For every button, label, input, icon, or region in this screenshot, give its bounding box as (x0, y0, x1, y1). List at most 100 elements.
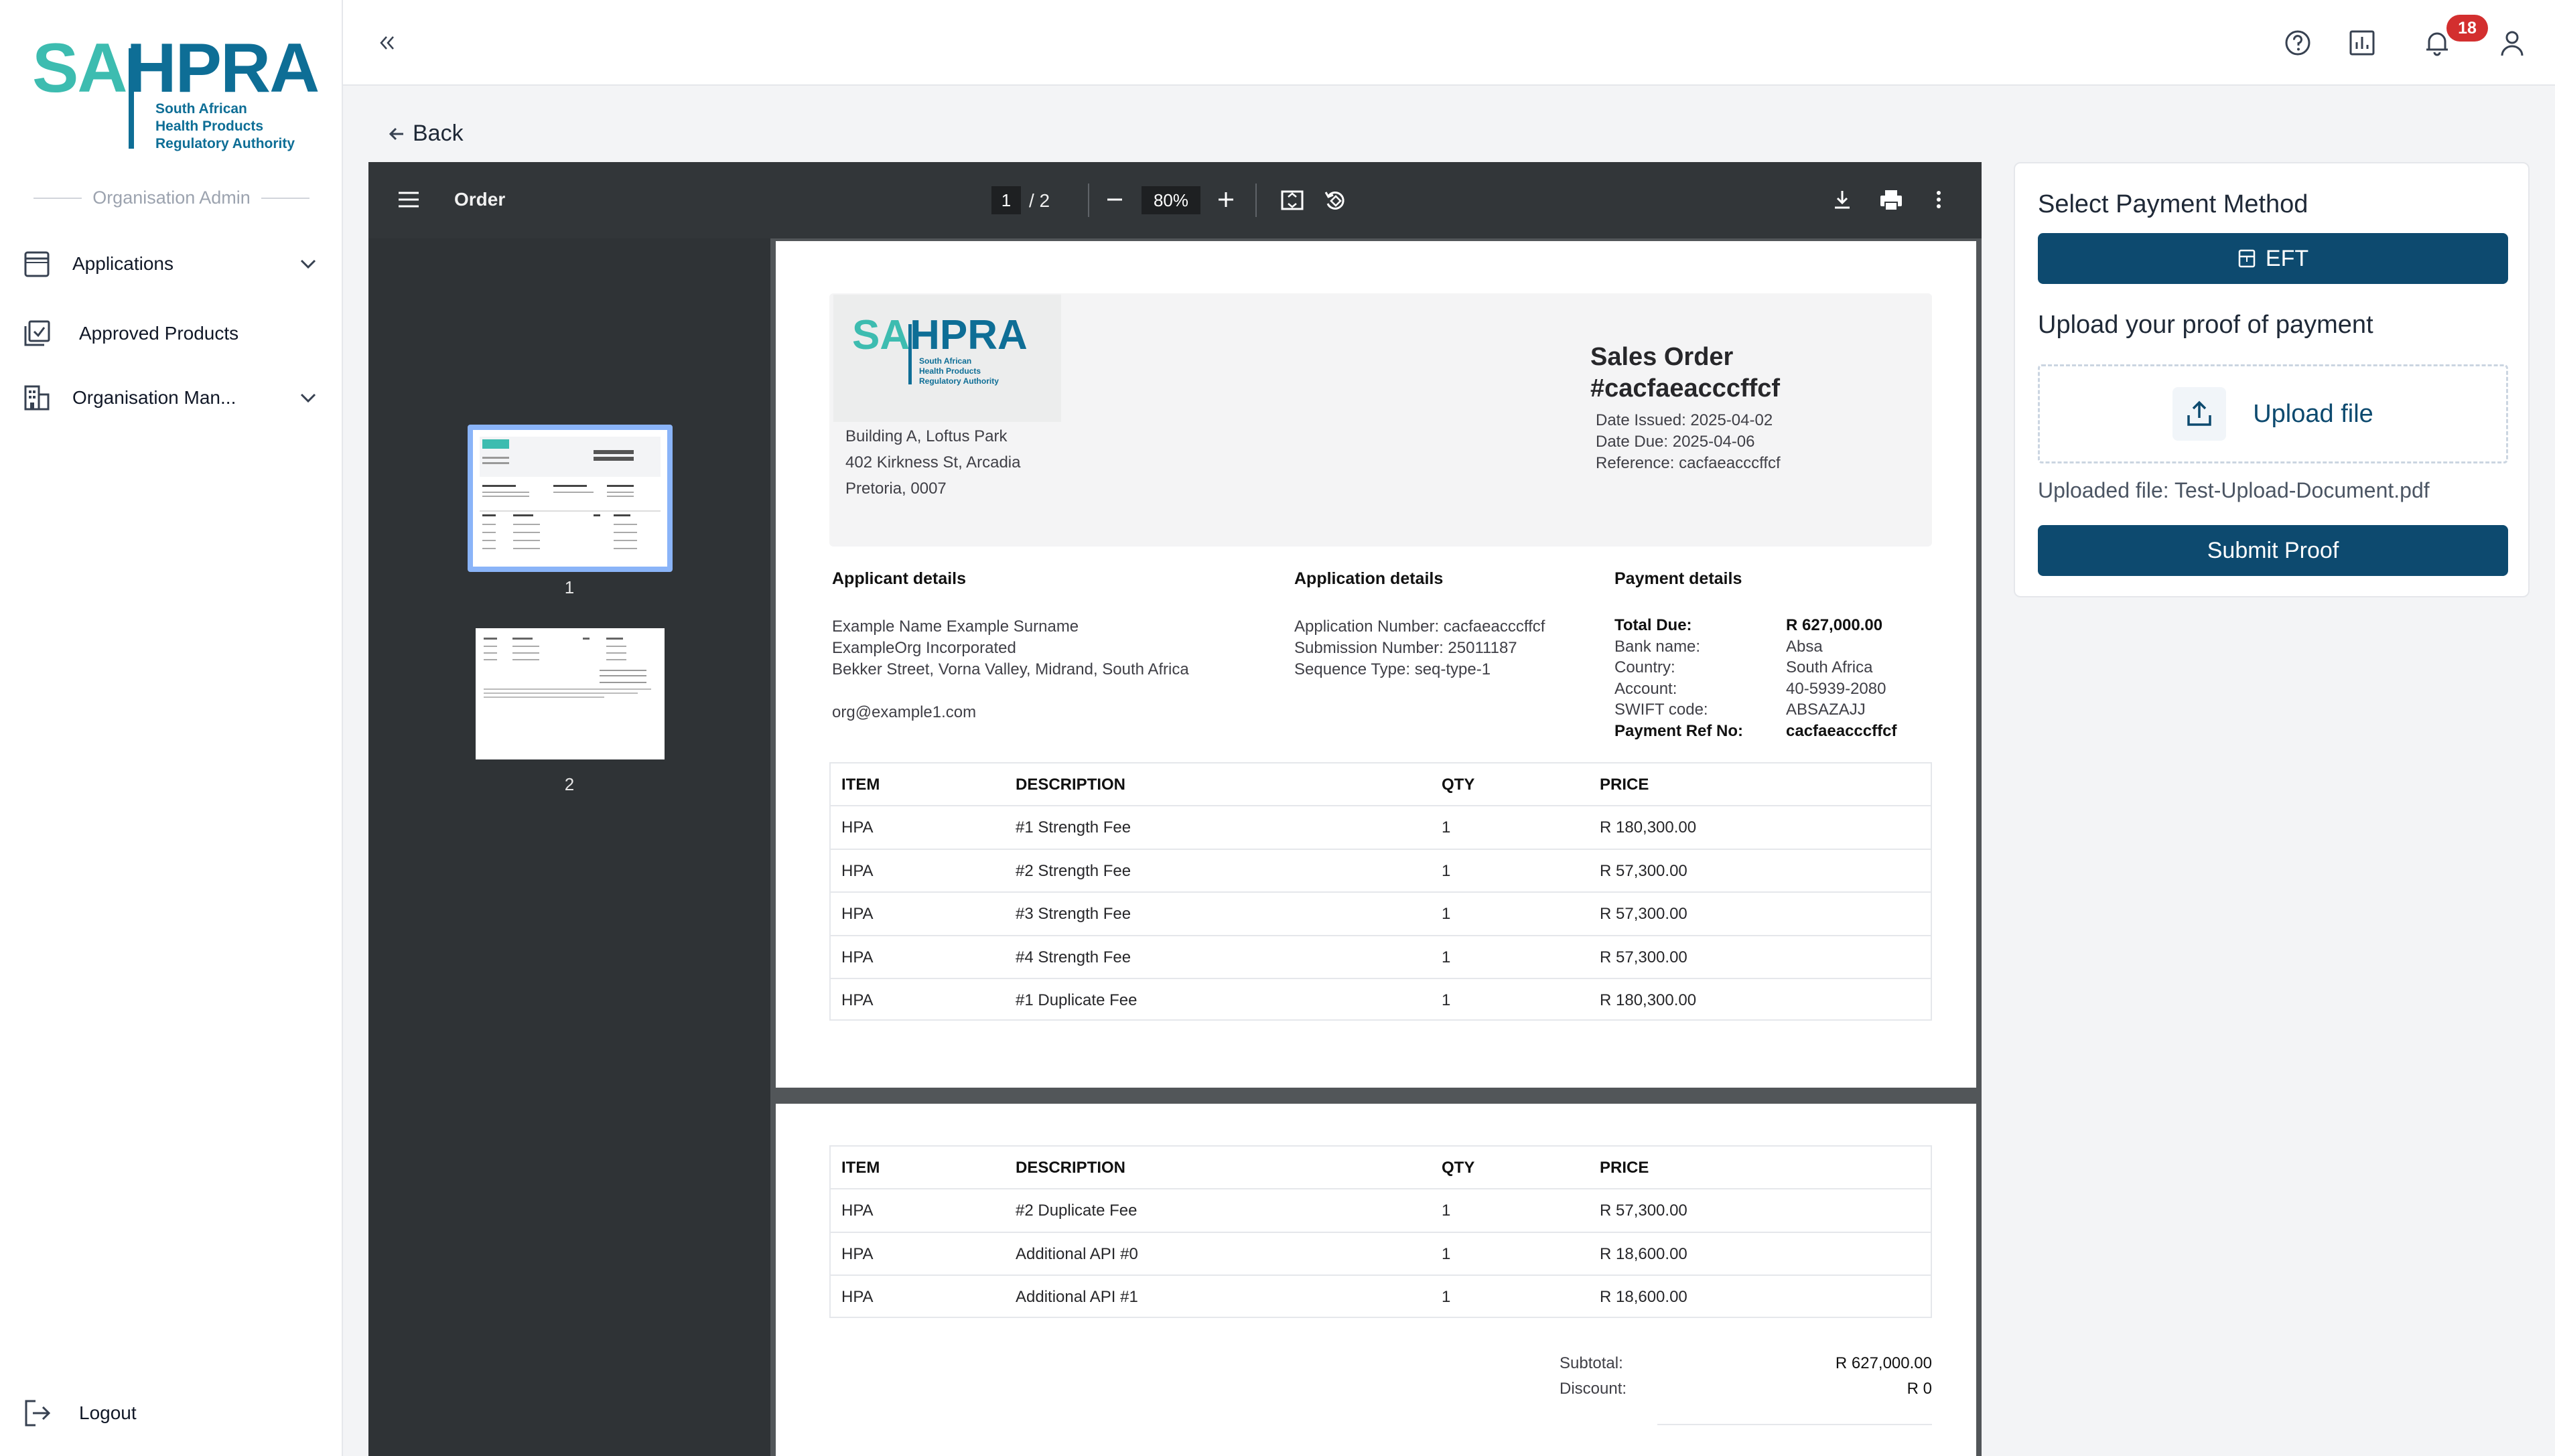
table-cell: 1 (1442, 1244, 1451, 1263)
totals-divider (1657, 1424, 1932, 1425)
logo-line1: South African (155, 101, 247, 117)
sidebar: SAHPRA South African Health Products Reg… (0, 0, 343, 1456)
col-header: QTY (1442, 776, 1475, 794)
table-row: HPA #1 Duplicate Fee 1 R 180,300.00 (831, 978, 1931, 1021)
uploaded-file-name: Uploaded file: Test-Upload-Document.pdf (2038, 478, 2430, 502)
payment-panel: Select Payment Method EFT Upload your pr… (2014, 162, 2530, 597)
back-button[interactable]: Back (387, 121, 464, 147)
pdf-page-2: ITEM DESCRIPTION QTY PRICE HPA #2 Duplica… (776, 1104, 1976, 1456)
col-header: DESCRIPTION (1016, 1159, 1126, 1177)
doc-logo-line3: Regulatory Authority (919, 376, 999, 386)
table-row: HPA #1 Strength Fee 1 R 180,300.00 (831, 805, 1931, 848)
table-cell: R 180,300.00 (1600, 818, 1697, 836)
order-dates: Date Issued: 2025-04-02 Date Due: 2025-0… (1596, 410, 1781, 474)
logo-line2: Health Products (155, 119, 264, 134)
double-chevron-left-icon[interactable] (366, 21, 409, 64)
col-header: ITEM (841, 1159, 880, 1177)
menu-icon[interactable] (397, 188, 421, 212)
applicant-email: org@example1.com (832, 703, 977, 721)
table-row: HPA #3 Strength Fee 1 R 57,300.00 (831, 891, 1931, 934)
applicant-details: Example Name Example Surname ExampleOrg … (832, 616, 1189, 723)
zoom-level[interactable]: 80% (1142, 186, 1200, 214)
download-icon[interactable] (1830, 188, 1854, 212)
col-header: PRICE (1600, 1159, 1649, 1177)
upload-dropzone[interactable]: Upload file (2038, 364, 2508, 463)
document-title: Order (454, 189, 506, 210)
col-header: DESCRIPTION (1016, 776, 1126, 794)
doc-logo-hpra: HPRA (910, 312, 1028, 358)
fit-page-icon[interactable] (1280, 188, 1305, 213)
sequence-type: Sequence Type: seq-type-1 (1294, 660, 1491, 678)
company-address: Building A, Loftus Park 402 Kirkness St,… (845, 423, 1020, 502)
more-options-icon[interactable] (1927, 188, 1951, 212)
sidebar-item-approved-products[interactable]: Approved Products (20, 313, 322, 354)
eft-button[interactable]: EFT (2038, 233, 2508, 284)
table-cell: 1 (1442, 1202, 1451, 1220)
sidebar-item-applications[interactable]: Applications (20, 244, 322, 284)
help-icon[interactable] (2276, 21, 2319, 64)
table-cell: #1 Strength Fee (1016, 818, 1131, 836)
payment-detail-label: Payment Ref No: (1614, 722, 1744, 740)
payment-detail-value: cacfaeacccffcf (1786, 722, 1897, 740)
chevron-down-icon[interactable] (295, 384, 322, 411)
logout-icon (20, 1396, 54, 1430)
table-cell: HPA (841, 1202, 874, 1220)
zoom-out-icon[interactable] (1103, 188, 1127, 212)
logo-bar (129, 48, 134, 149)
table-row: HPA #2 Duplicate Fee 1 R 57,300.00 (831, 1188, 1931, 1231)
table-cell: #1 Duplicate Fee (1016, 991, 1137, 1009)
pdf-viewer: Order 1 / 2 80% 1 2 SAHPRA South African… (368, 162, 1982, 1456)
reports-icon[interactable] (2341, 21, 2384, 64)
payment-detail-label: Total Due: (1614, 616, 1692, 634)
table-row: HPA Additional API #1 1 R 18,600.00 (831, 1275, 1931, 1317)
payment-detail-value: 40-5939-2080 (1786, 679, 1886, 698)
table-cell: HPA (841, 991, 874, 1009)
applicant-org: ExampleOrg Incorporated (832, 639, 1016, 657)
date-due: Date Due: 2025-04-06 (1596, 433, 1755, 451)
order-table-page1: ITEM DESCRIPTION QTY PRICE HPA #1 Strengt… (829, 762, 1932, 1021)
thumbnail-page-1[interactable] (468, 425, 673, 572)
doc-logo-sa: SA (852, 312, 910, 358)
table-cell: 1 (1442, 861, 1451, 880)
discount-label: Discount: (1560, 1380, 1627, 1398)
table-cell: 1 (1442, 991, 1451, 1009)
rotate-icon[interactable] (1322, 188, 1348, 213)
logo-line3: Regulatory Authority (155, 136, 295, 151)
payment-detail-value: ABSAZAJJ (1786, 701, 1866, 719)
table-row: HPA #2 Strength Fee 1 R 57,300.00 (831, 848, 1931, 891)
address-line: 402 Kirkness St, Arcadia (845, 453, 1021, 471)
sidebar-item-label: Approved Products (79, 323, 239, 344)
chevron-down-icon[interactable] (295, 250, 322, 277)
discount-value: R 0 (1907, 1380, 1932, 1398)
user-icon[interactable] (2491, 21, 2534, 64)
applicant-heading: Applicant details (832, 569, 967, 588)
payment-heading: Payment details (1614, 569, 1742, 588)
submit-proof-button[interactable]: Submit Proof (2038, 525, 2508, 576)
print-icon[interactable] (1878, 188, 1904, 213)
table-cell: #4 Strength Fee (1016, 948, 1131, 966)
table-cell: R 57,300.00 (1600, 861, 1687, 880)
payment-detail-value: Absa (1786, 637, 1823, 656)
sales-order-title-line1: Sales Order (1590, 343, 1734, 371)
application-details: Application Number: cacfaeacccffcf Submi… (1294, 616, 1545, 680)
applicant-address: Bekker Street, Vorna Valley, Midrand, So… (832, 660, 1189, 678)
page-total: / 2 (1029, 190, 1050, 211)
doc-logo-line1: South African (919, 356, 972, 366)
sidebar-item-organisation-management[interactable]: Organisation Man... (20, 378, 322, 418)
notification-badge: 18 (2446, 15, 2488, 42)
page-number-input[interactable]: 1 (991, 186, 1021, 214)
table-cell: #2 Duplicate Fee (1016, 1202, 1137, 1220)
logout-button[interactable]: Logout (20, 1393, 322, 1433)
date-issued: Date Issued: 2025-04-02 (1596, 411, 1773, 429)
section-label-text: Organisation Admin (92, 188, 251, 208)
upload-icon[interactable] (2172, 387, 2227, 441)
table-cell: Additional API #0 (1016, 1244, 1138, 1263)
table-cell: R 57,300.00 (1600, 1202, 1687, 1220)
thumbnail-page-2[interactable] (476, 628, 665, 759)
table-cell: HPA (841, 1244, 874, 1263)
upload-title: Upload your proof of payment (2038, 311, 2373, 339)
upload-file-button[interactable]: Upload file (2253, 400, 2373, 429)
table-cell: HPA (841, 905, 874, 923)
zoom-in-icon[interactable] (1214, 188, 1238, 212)
table-cell: HPA (841, 818, 874, 836)
